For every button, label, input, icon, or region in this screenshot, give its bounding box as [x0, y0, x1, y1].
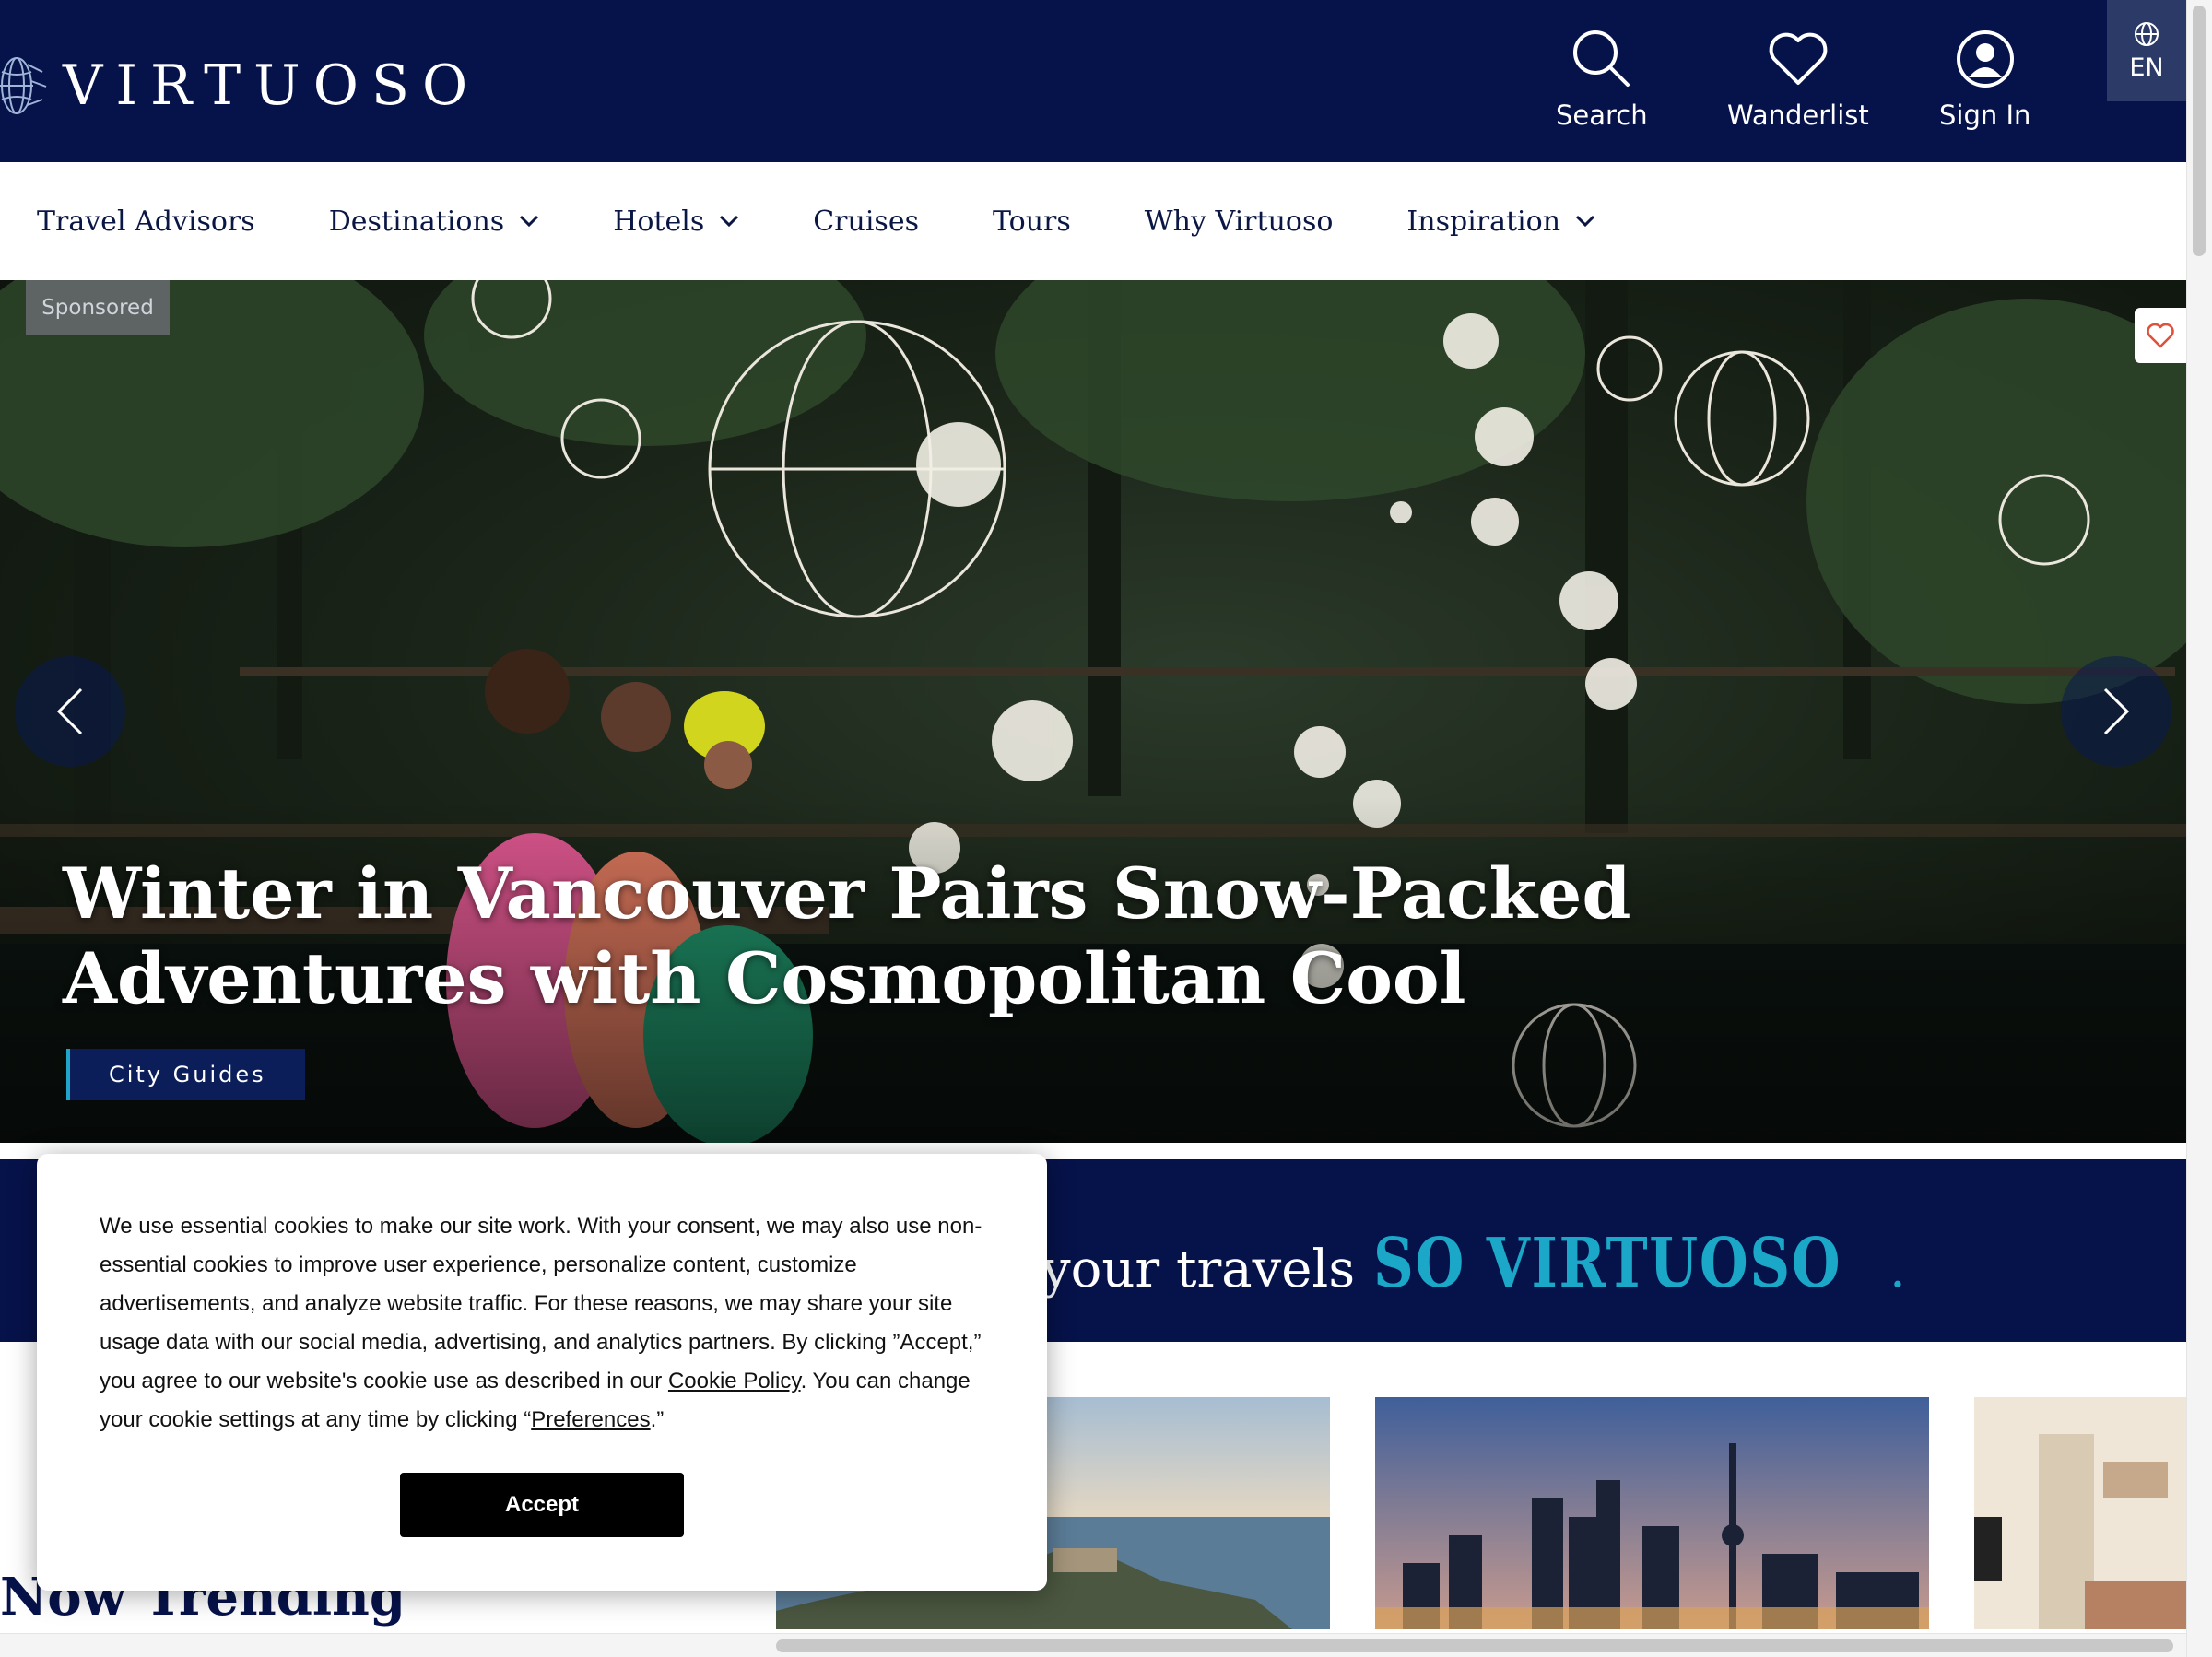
card-image	[1974, 1397, 2186, 1629]
nav-item-label: Inspiration	[1406, 205, 1561, 238]
sign-in-label: Sign In	[1939, 100, 2031, 131]
nav-item-cruises[interactable]: Cruises	[813, 206, 919, 238]
nav-item-hotels[interactable]: Hotels	[613, 206, 739, 238]
main-nav: Travel Advisors Destinations Hotels Cruises…	[0, 162, 2186, 280]
vertical-scrollbar-thumb[interactable]	[2193, 6, 2206, 256]
nav-item-label: Travel Advisors	[37, 205, 255, 238]
horizontal-scrollbar-thumb[interactable]	[776, 1639, 2173, 1652]
wanderlist-button[interactable]: Wanderlist	[1727, 28, 1869, 131]
nav-item-label: Why Virtuoso	[1144, 205, 1334, 238]
save-to-wanderlist-button[interactable]	[2135, 308, 2186, 363]
cookie-text-1: We use essential cookies to make our sit…	[100, 1214, 982, 1393]
nav-item-tours[interactable]: Tours	[993, 206, 1071, 238]
preferences-link[interactable]: Preferences	[531, 1407, 650, 1432]
virtuoso-logo[interactable]: VIRTUOSO	[0, 53, 480, 118]
tagline-accent: SO VIRTUOSO	[1373, 1224, 1842, 1303]
nav-item-label: Hotels	[613, 205, 705, 238]
chevron-right-icon	[2103, 687, 2130, 735]
carousel-next-button[interactable]	[2061, 656, 2171, 767]
cookie-text-3: .”	[650, 1407, 665, 1432]
nav-item-label: Cruises	[813, 205, 919, 238]
hero-title[interactable]: Winter in Vancouver Pairs Snow-Packed Ad…	[63, 852, 2090, 1021]
vertical-scrollbar[interactable]	[2186, 0, 2212, 1657]
nav-item-travel-advisors[interactable]: Travel Advisors	[37, 206, 255, 238]
chevron-down-icon	[520, 215, 539, 228]
accept-cookies-button[interactable]: Accept	[400, 1473, 684, 1537]
chevron-left-icon	[56, 687, 83, 735]
nav-item-inspiration[interactable]: Inspiration	[1406, 206, 1595, 238]
sponsored-badge: Sponsored	[26, 280, 170, 335]
carousel-prev-button[interactable]	[15, 656, 125, 767]
cookie-message: We use essential cookies to make our sit…	[100, 1207, 984, 1440]
cookie-consent-dialog: We use essential cookies to make our sit…	[37, 1154, 1047, 1591]
search-icon	[1572, 30, 1630, 87]
sign-in-button[interactable]: Sign In	[1939, 28, 2030, 131]
nav-item-label: Destinations	[328, 205, 505, 238]
nav-item-why-virtuoso[interactable]: Why Virtuoso	[1145, 206, 1334, 238]
language-code: EN	[2129, 53, 2164, 82]
chevron-down-icon	[1575, 215, 1595, 228]
tagline: your travels SO VIRTUOSO .	[1041, 1224, 1906, 1303]
top-bar: VIRTUOSO Search Wanderlist Sign In EN	[0, 0, 2186, 162]
chevron-down-icon	[720, 215, 739, 228]
search-button[interactable]: Search	[1556, 28, 1648, 131]
hero-carousel: Sponsored Winter in Vancouver Pairs Snow…	[0, 280, 2186, 1143]
globe-logo-icon	[0, 57, 47, 114]
trending-card-toronto[interactable]	[1375, 1397, 1929, 1629]
horizontal-scrollbar[interactable]	[0, 1633, 2186, 1657]
user-icon	[1956, 30, 2014, 88]
trending-card-interior[interactable]	[1974, 1397, 2186, 1629]
card-image	[1375, 1397, 1929, 1629]
globe-icon	[2135, 21, 2159, 46]
heart-icon	[2147, 323, 2174, 348]
tagline-period: .	[1888, 1240, 1906, 1299]
cookie-policy-link[interactable]: Cookie Policy	[668, 1369, 801, 1393]
nav-item-label: Tours	[992, 205, 1071, 238]
search-label: Search	[1556, 100, 1648, 131]
language-selector[interactable]: EN	[2107, 0, 2186, 101]
wanderlist-label: Wanderlist	[1727, 100, 1869, 131]
heart-icon	[1769, 32, 1828, 85]
tagline-lead: your travels	[1041, 1240, 1356, 1299]
category-tag[interactable]: City Guides	[66, 1049, 305, 1100]
nav-item-destinations[interactable]: Destinations	[329, 206, 540, 238]
brand-wordmark: VIRTUOSO	[63, 53, 481, 118]
